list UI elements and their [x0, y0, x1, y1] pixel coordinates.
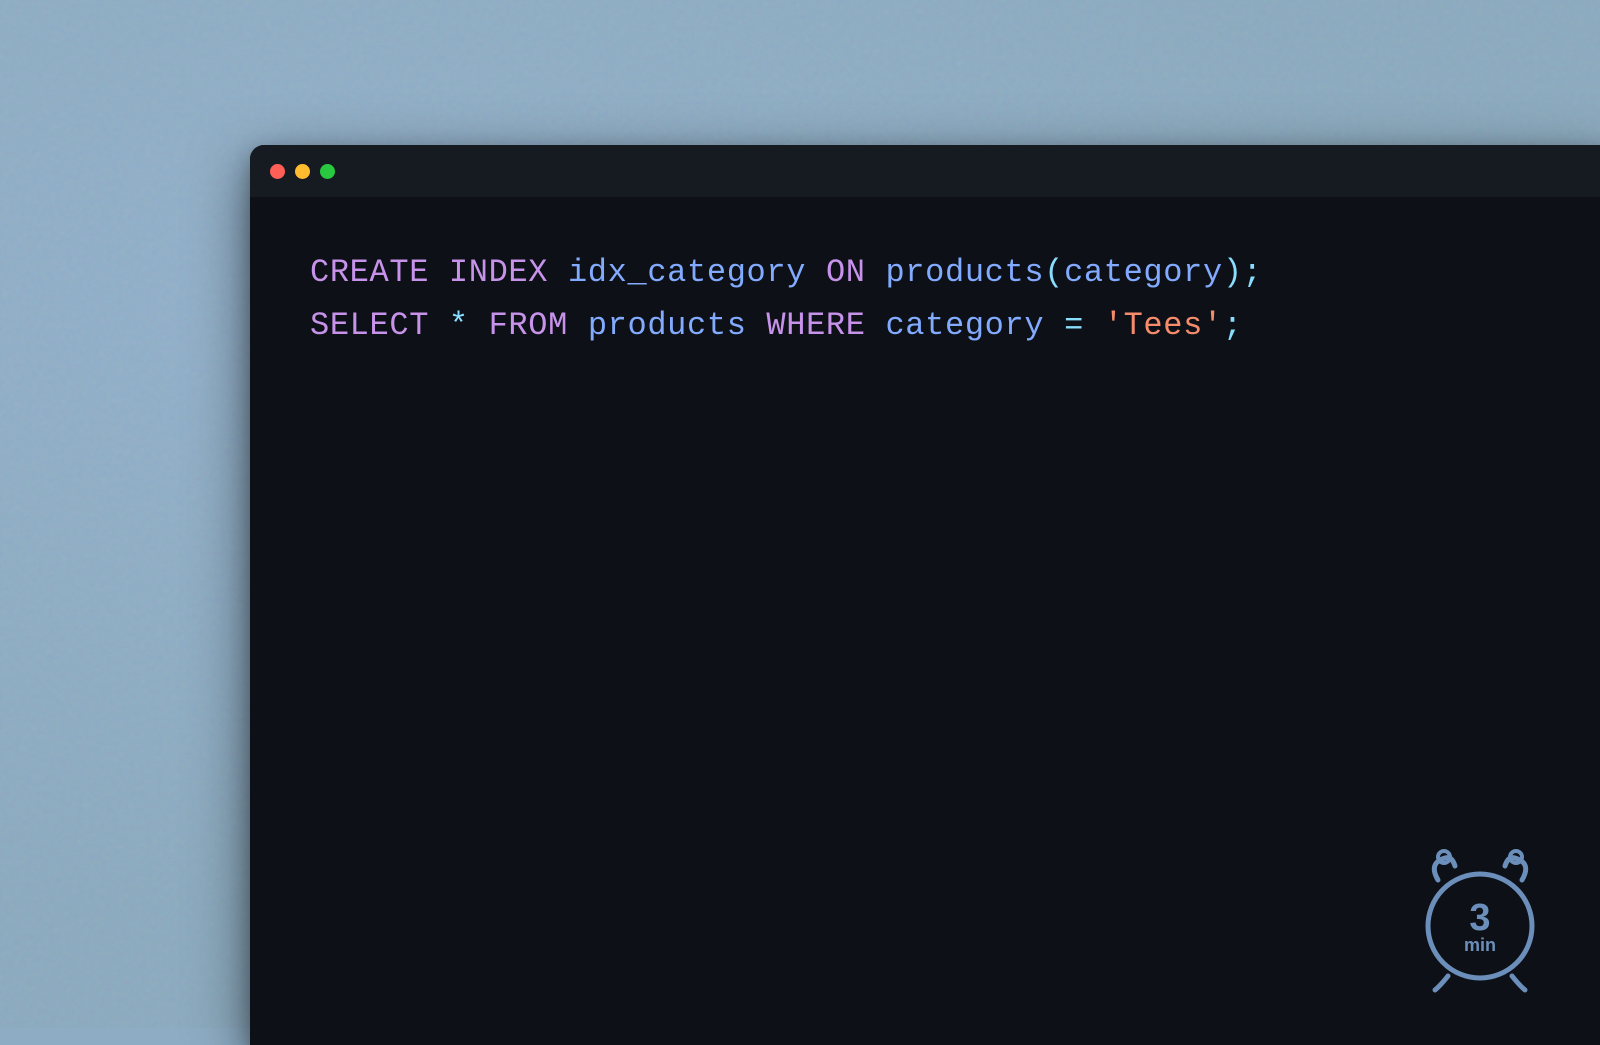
string-value: 'Tees'	[1104, 307, 1223, 344]
table-name-2: products	[588, 307, 747, 344]
code-line-1: CREATE INDEX idx_category ON products(ca…	[310, 247, 1560, 300]
minimize-button[interactable]	[295, 164, 310, 179]
keyword-from: FROM	[489, 307, 568, 344]
clock-foot-left	[1435, 976, 1448, 990]
keyword-create: CREATE	[310, 254, 429, 291]
column-name-1: category	[1064, 254, 1223, 291]
timer-clock-widget: 3 min	[1400, 838, 1560, 998]
keyword-index: INDEX	[449, 254, 548, 291]
clock-number: 3	[1469, 897, 1490, 939]
semicolon-2: ;	[1223, 307, 1243, 344]
equals-operator: =	[1064, 307, 1084, 344]
maximize-button[interactable]	[320, 164, 335, 179]
code-line-2: SELECT * FROM products WHERE category = …	[310, 300, 1560, 353]
column-name-2: category	[885, 307, 1044, 344]
terminal-window: CREATE INDEX idx_category ON products(ca…	[250, 145, 1600, 1045]
window-titlebar	[250, 145, 1600, 197]
table-name-1: products	[885, 254, 1044, 291]
close-button[interactable]	[270, 164, 285, 179]
semicolon-1: ;	[1243, 254, 1263, 291]
keyword-select: SELECT	[310, 307, 429, 344]
index-name: idx_category	[568, 254, 806, 291]
keyword-on: ON	[826, 254, 866, 291]
paren-close: )	[1223, 254, 1243, 291]
clock-unit: min	[1464, 935, 1496, 955]
keyword-where: WHERE	[766, 307, 865, 344]
clock-svg: 3 min	[1400, 838, 1560, 998]
paren-open: (	[1044, 254, 1064, 291]
star-operator: *	[449, 307, 469, 344]
code-editor: CREATE INDEX idx_category ON products(ca…	[250, 197, 1600, 403]
clock-foot-right	[1512, 976, 1525, 990]
